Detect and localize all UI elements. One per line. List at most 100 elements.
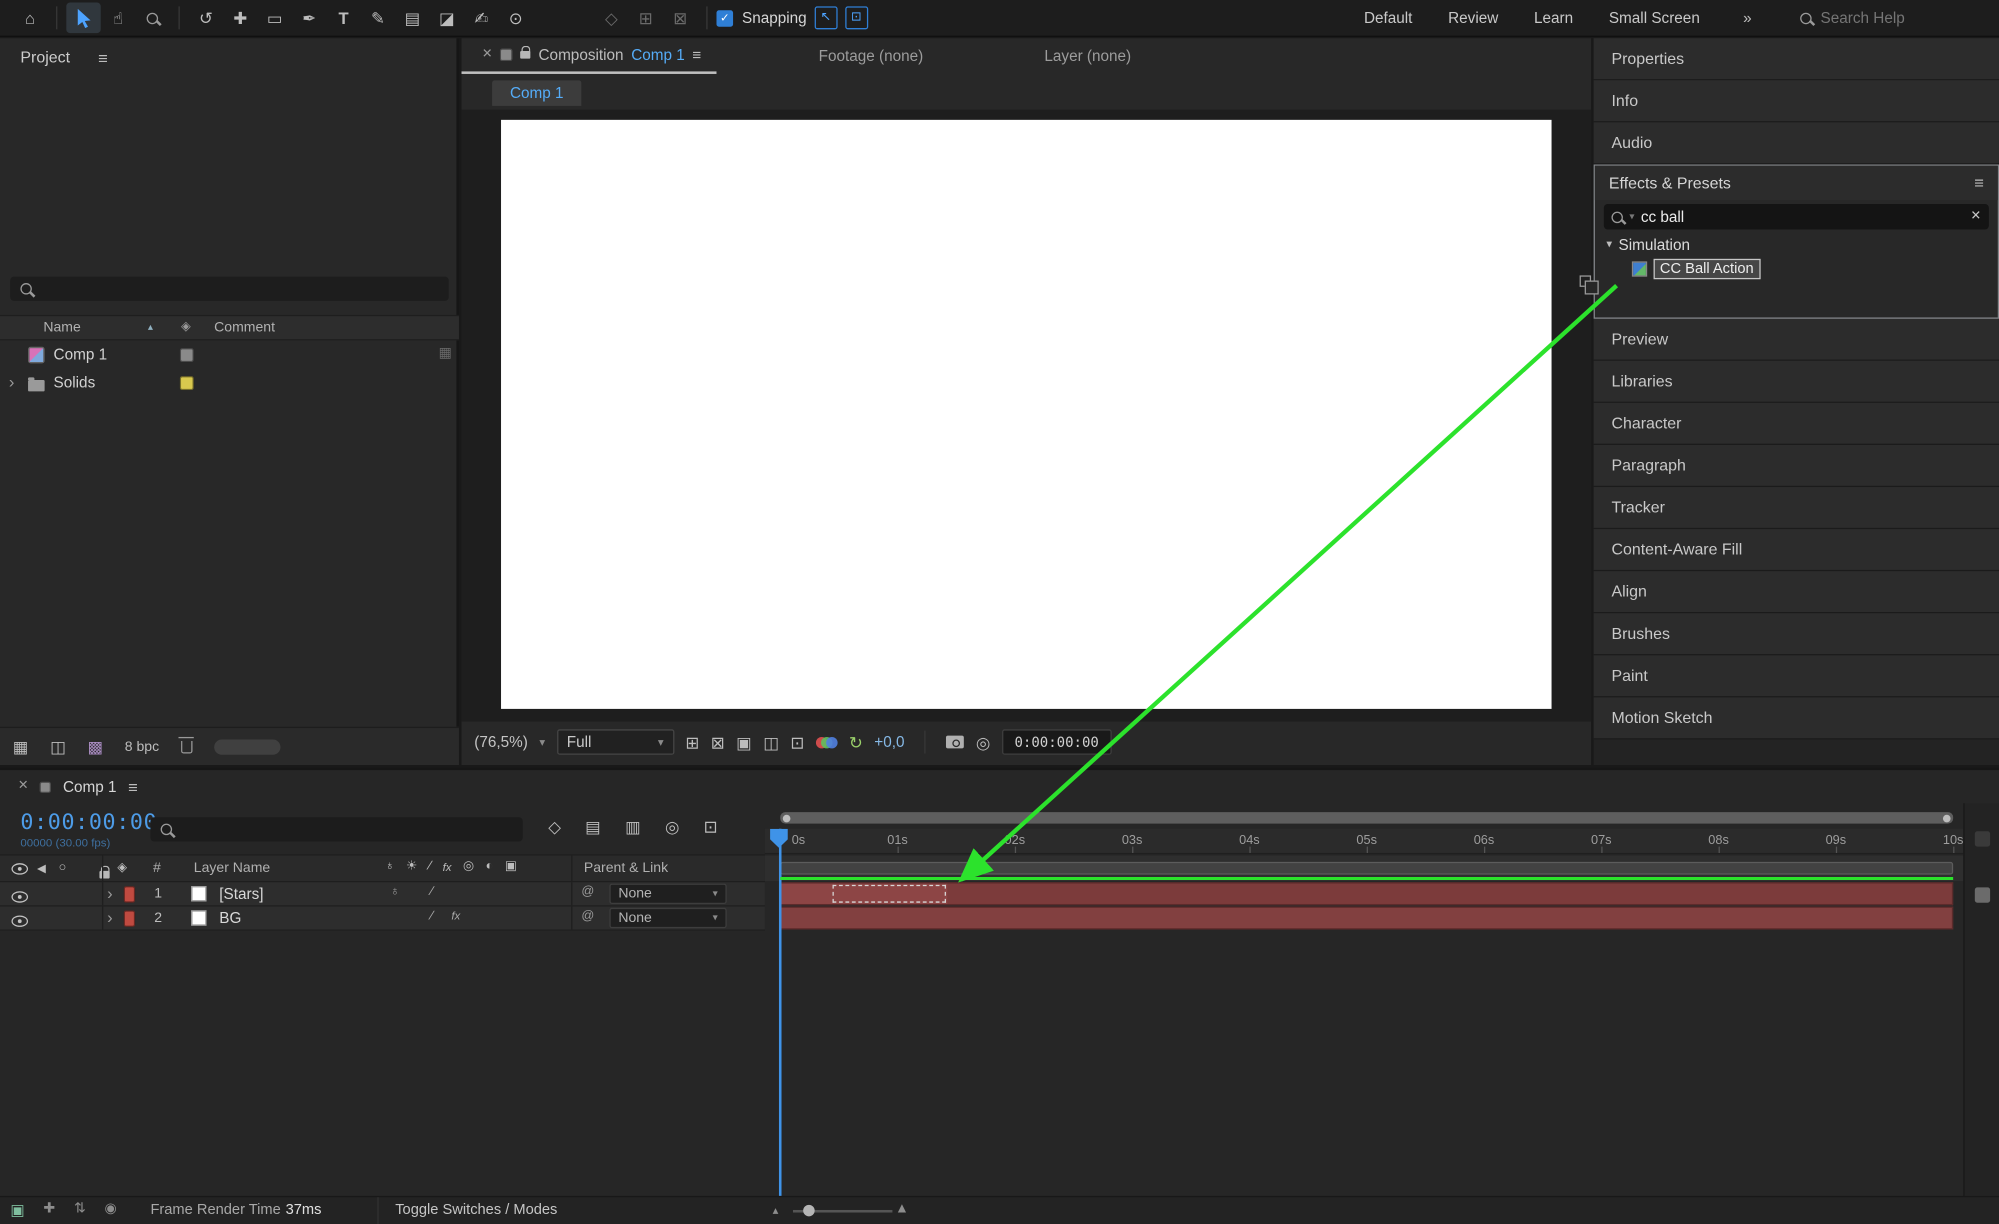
layer-label-chip[interactable] xyxy=(123,910,136,927)
tab-footage[interactable]: Footage (none) xyxy=(819,47,924,65)
panel-tab-properties[interactable]: Properties xyxy=(1593,38,1999,81)
zoom-out-mountain-icon[interactable] xyxy=(773,1205,779,1216)
solo-column-icon[interactable] xyxy=(59,862,67,875)
layer-row-stars[interactable]: 1 [Stars] None xyxy=(0,882,765,907)
panel-menu-icon[interactable] xyxy=(1974,175,1984,192)
zoom-tool[interactable] xyxy=(135,3,169,34)
selection-tool[interactable] xyxy=(66,2,101,34)
composition-canvas[interactable] xyxy=(501,119,1552,709)
tab-composition[interactable]: Composition Comp 1 xyxy=(461,38,717,74)
new-preset-icon[interactable] xyxy=(1579,275,1599,295)
quality-icon[interactable] xyxy=(429,861,431,874)
project-panel-title[interactable]: Project xyxy=(20,48,70,66)
scrollbar-thumb[interactable] xyxy=(1974,887,1991,903)
parent-dropdown[interactable]: None xyxy=(609,907,727,929)
timeline-zoom-handle[interactable] xyxy=(803,1204,815,1217)
fx-icon[interactable]: fx xyxy=(443,861,452,874)
layer-bar-bg[interactable] xyxy=(780,906,1954,930)
chevron-down-icon[interactable] xyxy=(539,736,545,747)
parent-link-column[interactable]: Parent & Link xyxy=(584,861,668,876)
lock-icon[interactable] xyxy=(520,45,531,59)
time-navigator-bar[interactable] xyxy=(780,812,1954,824)
label-column-icon[interactable] xyxy=(181,321,191,334)
viewer-subtab-comp1[interactable]: Comp 1 xyxy=(492,80,582,106)
pen-tool[interactable] xyxy=(292,3,326,34)
help-search-input[interactable] xyxy=(1820,8,1987,27)
workspace-review[interactable]: Review xyxy=(1430,9,1516,27)
live-update-icon[interactable] xyxy=(105,1202,117,1216)
workspace-overflow[interactable]: » xyxy=(1718,9,1778,27)
panel-tab-paint[interactable]: Paint xyxy=(1593,655,1999,698)
panel-tab-brushes[interactable]: Brushes xyxy=(1593,613,1999,656)
expand-chevron-icon[interactable] xyxy=(9,374,15,391)
current-timecode[interactable]: 0:00:00:00 xyxy=(20,810,157,836)
shy-icon[interactable] xyxy=(385,861,395,874)
guides-icon[interactable] xyxy=(790,734,804,751)
sort-ascending-icon[interactable] xyxy=(148,323,153,333)
parent-pickwhip-icon[interactable] xyxy=(581,886,594,899)
panel-grip[interactable] xyxy=(213,738,281,755)
exposure-value[interactable]: +0,0 xyxy=(874,733,904,751)
panel-tab-preview[interactable]: Preview xyxy=(1593,318,1999,361)
effects-search-input[interactable] xyxy=(1640,207,1965,226)
visibility-eye-icon[interactable] xyxy=(11,915,29,927)
eraser-tool[interactable] xyxy=(430,3,464,34)
layer-name[interactable]: [Stars] xyxy=(219,885,263,903)
layer-label-chip[interactable] xyxy=(123,886,136,903)
label-color-chip[interactable] xyxy=(179,376,194,391)
region-of-interest-icon[interactable] xyxy=(736,734,752,751)
column-name[interactable]: Name xyxy=(43,320,80,335)
frame-blending-icon[interactable] xyxy=(665,819,679,836)
timeline-search-input[interactable] xyxy=(179,821,513,838)
show-snapshot-icon[interactable] xyxy=(976,734,990,751)
trash-icon[interactable] xyxy=(178,736,195,753)
rgb-channels-icon[interactable] xyxy=(815,735,838,749)
panel-tab-info[interactable]: Info xyxy=(1593,80,1999,123)
project-search-input[interactable] xyxy=(39,281,439,297)
panel-tab-tracker[interactable]: Tracker xyxy=(1593,487,1999,530)
panel-tab-paragraph[interactable]: Paragraph xyxy=(1593,444,1999,488)
resolution-select[interactable]: Full xyxy=(556,729,674,755)
panel-tab-align[interactable]: Align xyxy=(1593,571,1999,614)
time-ruler[interactable]: 0s 01s 02s 03s 04s 05s 06s 07s 08s 09s 1… xyxy=(764,828,1963,855)
clone-stamp-tool[interactable] xyxy=(395,3,429,34)
column-comment[interactable]: Comment xyxy=(214,320,275,335)
new-folder-icon[interactable] xyxy=(50,738,66,755)
snapshot-icon[interactable] xyxy=(946,735,965,749)
puppet-pin-tool[interactable] xyxy=(498,3,532,34)
playhead-line[interactable] xyxy=(778,828,782,1196)
3d-layer-icon[interactable] xyxy=(505,861,517,874)
rotation-tool[interactable] xyxy=(189,3,223,34)
tab-layer[interactable]: Layer (none) xyxy=(1044,47,1131,65)
viewer-timecode[interactable]: 0:00:00:00 xyxy=(1001,729,1112,755)
snap-option-2-icon[interactable] xyxy=(844,6,868,30)
workspace-default[interactable]: Default xyxy=(1346,9,1430,27)
panel-tab-audio[interactable]: Audio xyxy=(1593,122,1999,165)
project-item-solids[interactable]: Solids xyxy=(0,370,459,397)
motion-blur-icon[interactable] xyxy=(704,819,718,836)
snapping-checkbox[interactable] xyxy=(716,9,734,27)
mask-visibility-icon[interactable] xyxy=(711,734,725,751)
fx-badge[interactable]: fx xyxy=(451,910,460,921)
close-icon[interactable] xyxy=(18,780,29,793)
hand-tool[interactable] xyxy=(101,3,135,34)
label-column-icon[interactable] xyxy=(117,862,127,875)
panel-menu-icon[interactable] xyxy=(128,778,138,795)
panel-tab-content-aware-fill[interactable]: Content-Aware Fill xyxy=(1593,529,1999,572)
panel-tab-character[interactable]: Character xyxy=(1593,402,1999,445)
effect-cc-ball-action[interactable]: CC Ball Action xyxy=(1595,256,1998,280)
parent-pickwhip-icon[interactable] xyxy=(581,910,594,923)
draft-3d-icon[interactable] xyxy=(585,819,601,836)
frame-blend-icon[interactable] xyxy=(463,861,474,874)
chevron-down-icon[interactable] xyxy=(1606,238,1612,249)
type-tool[interactable] xyxy=(326,3,360,34)
render-status-icon[interactable] xyxy=(10,1202,24,1217)
panel-tab-motion-sketch[interactable]: Motion Sketch xyxy=(1593,697,1999,740)
layer-bar-stars[interactable] xyxy=(780,882,1954,906)
collapse-icon[interactable] xyxy=(406,861,417,874)
search-options-chevron-icon[interactable] xyxy=(1629,212,1634,222)
visibility-eye-icon[interactable] xyxy=(11,891,29,903)
effects-presets-title[interactable]: Effects & Presets xyxy=(1609,174,1731,192)
quality-switch-icon[interactable] xyxy=(431,886,433,899)
motion-blur-col-icon[interactable] xyxy=(486,861,494,874)
